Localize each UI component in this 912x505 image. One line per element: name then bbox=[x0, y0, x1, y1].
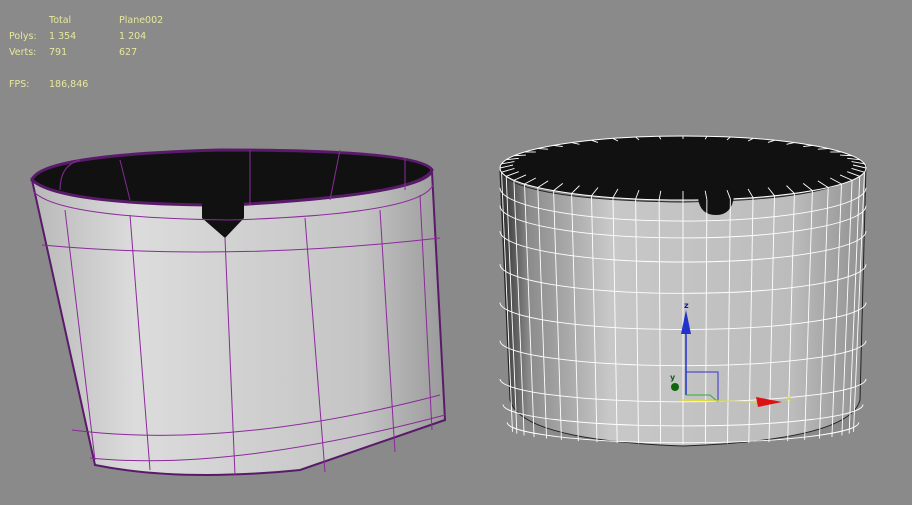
z-axis-label: z bbox=[684, 301, 689, 310]
left-cylinder-mesh[interactable] bbox=[30, 148, 447, 476]
x-axis-label: x bbox=[786, 394, 792, 403]
y-axis-arrow-icon[interactable] bbox=[671, 383, 679, 391]
viewport-canvas[interactable]: z x y bbox=[0, 0, 912, 505]
y-axis-label: y bbox=[670, 373, 676, 382]
